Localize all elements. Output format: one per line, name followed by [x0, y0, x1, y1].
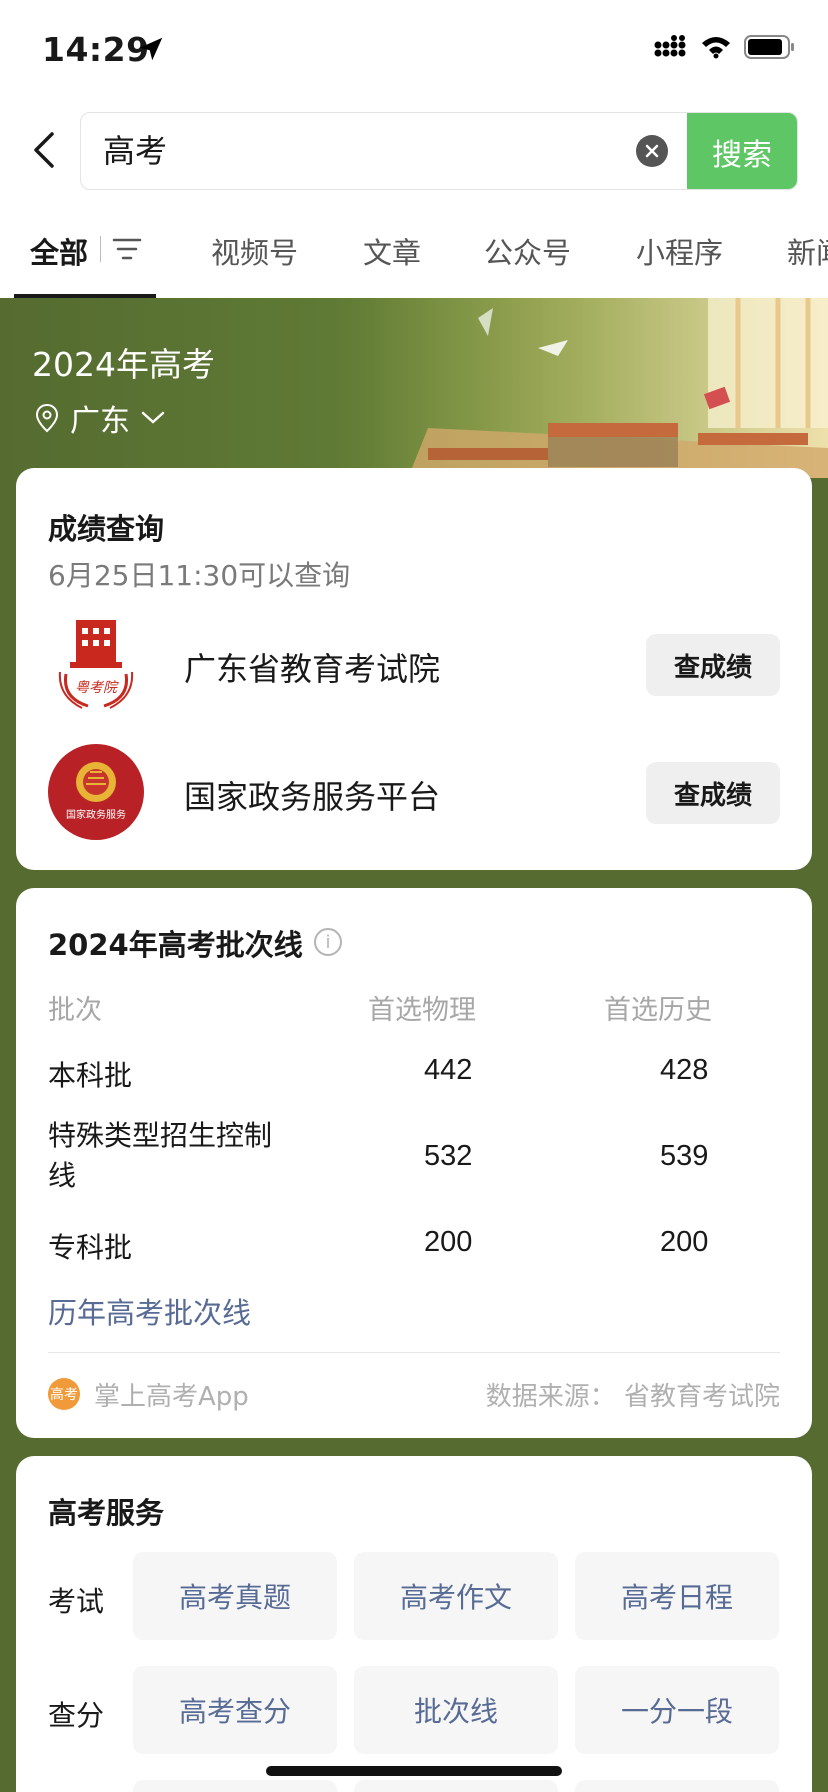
- column-header-batch: 批次: [48, 995, 102, 1026]
- provider-national-gov-platform[interactable]: 国家政务服务 国家政务服务平台 查成绩: [48, 744, 780, 844]
- location-arrow-icon: [139, 37, 163, 61]
- cutoff-title: 2024年高考批次线: [48, 928, 303, 962]
- national-logo-text: 国家政务服务: [66, 808, 126, 821]
- service-category-scores: 查分: [48, 1699, 105, 1732]
- national-gov-platform-logo: 国家政务服务: [48, 744, 144, 840]
- tab-news[interactable]: 新闻: [787, 230, 828, 272]
- tab-all[interactable]: 全部: [30, 230, 88, 272]
- location-label: 广东: [70, 404, 130, 439]
- clear-search-button[interactable]: [636, 135, 668, 167]
- gaokao-services-card: 高考服务 考试 高考真题 高考作文 高考日程 查分 高考查分 批次线 一分一段: [16, 1456, 812, 1792]
- service-check-score[interactable]: 高考查分: [133, 1666, 337, 1754]
- row-name: 本科批: [48, 1059, 133, 1092]
- row-name: 特殊类型招生控制: [48, 1119, 273, 1152]
- home-indicator[interactable]: [266, 1766, 562, 1776]
- chevron-left-icon: [34, 132, 54, 168]
- gd-logo-text: 粤考院: [75, 680, 119, 696]
- score-query-subtitle: 6月25日11:30可以查询: [48, 559, 351, 592]
- check-score-button[interactable]: 查成绩: [646, 762, 780, 824]
- row-name: 专科批: [48, 1231, 133, 1264]
- row-physics-value: 200: [424, 1226, 473, 1258]
- location-pin-icon: [35, 403, 59, 433]
- row-history-value: 200: [660, 1226, 709, 1258]
- service-item-partial[interactable]: [133, 1780, 337, 1792]
- gaokao-banner: 2024年高考 广东: [0, 298, 828, 478]
- status-bar: 14:29: [0, 0, 828, 100]
- app-attribution[interactable]: 高考 掌上高考App: [48, 1376, 249, 1412]
- service-score-ranking[interactable]: 一分一段: [575, 1666, 779, 1754]
- status-time: 14:29: [42, 30, 150, 69]
- battery-icon: [744, 35, 794, 59]
- service-past-papers[interactable]: 高考真题: [133, 1552, 337, 1640]
- service-category-exam: 考试: [48, 1585, 105, 1618]
- search-header: 高考 搜索: [0, 100, 828, 200]
- provider-gd-exam-authority[interactable]: 粤考院 广东省教育考试院 查成绩: [48, 616, 780, 716]
- info-icon[interactable]: i: [314, 928, 342, 956]
- location-selector[interactable]: 广东: [34, 396, 166, 440]
- cutoff-lines-card: 2024年高考批次线 i 批次 首选物理 首选历史 本科批 442 428 特殊…: [16, 888, 812, 1438]
- app-name: 掌上高考App: [94, 1381, 249, 1412]
- row-physics-value: 442: [424, 1054, 473, 1086]
- cellular-signal-icon: [654, 35, 686, 57]
- divider: [48, 1352, 780, 1353]
- service-schedule[interactable]: 高考日程: [575, 1552, 779, 1640]
- historical-cutoff-link[interactable]: 历年高考批次线: [48, 1290, 251, 1332]
- row-history-value: 428: [660, 1054, 709, 1086]
- row-physics-value: 532: [424, 1140, 473, 1172]
- row-history-value: 539: [660, 1140, 709, 1172]
- filter-icon[interactable]: [112, 236, 142, 262]
- app-logo-icon: 高考: [48, 1378, 80, 1410]
- banner-title: 2024年高考: [32, 345, 215, 384]
- score-query-title: 成绩查询: [48, 512, 165, 546]
- tab-articles[interactable]: 文章: [363, 230, 421, 272]
- tab-divider: [100, 236, 101, 262]
- wifi-icon: [702, 37, 730, 59]
- gd-exam-authority-logo: 粤考院: [58, 620, 134, 709]
- data-source: 数据来源： 省教育考试院: [485, 1382, 780, 1412]
- column-header-physics: 首选物理: [368, 995, 476, 1026]
- services-title: 高考服务: [48, 1496, 165, 1530]
- search-box: 高考 搜索: [80, 112, 798, 190]
- tab-mini-programs[interactable]: 小程序: [636, 230, 723, 272]
- tab-channels[interactable]: 视频号: [211, 230, 298, 272]
- back-button[interactable]: [24, 120, 64, 180]
- provider-name: 广东省教育考试院: [184, 650, 441, 688]
- service-item-partial[interactable]: [354, 1780, 558, 1792]
- row-name-continued: 线: [48, 1159, 77, 1192]
- tab-official-accounts[interactable]: 公众号: [484, 230, 571, 272]
- classroom-illustration: [368, 298, 828, 478]
- provider-name: 国家政务服务平台: [184, 778, 441, 816]
- column-header-history: 首选历史: [604, 995, 712, 1026]
- status-indicators: [654, 34, 796, 60]
- search-button[interactable]: 搜索: [687, 113, 797, 189]
- close-icon: [645, 144, 659, 158]
- service-item-partial[interactable]: [575, 1780, 779, 1792]
- search-input[interactable]: 高考: [103, 113, 167, 189]
- score-query-card: 成绩查询 6月25日11:30可以查询 粤考院 广东省教育考试院 查成绩 国家政…: [16, 468, 812, 870]
- service-essays[interactable]: 高考作文: [354, 1552, 558, 1640]
- service-cutoff-lines[interactable]: 批次线: [354, 1666, 558, 1754]
- tab-bar: 全部 视频号 文章 公众号 小程序 新闻: [0, 200, 828, 298]
- chevron-down-icon: [141, 411, 165, 424]
- check-score-button[interactable]: 查成绩: [646, 634, 780, 696]
